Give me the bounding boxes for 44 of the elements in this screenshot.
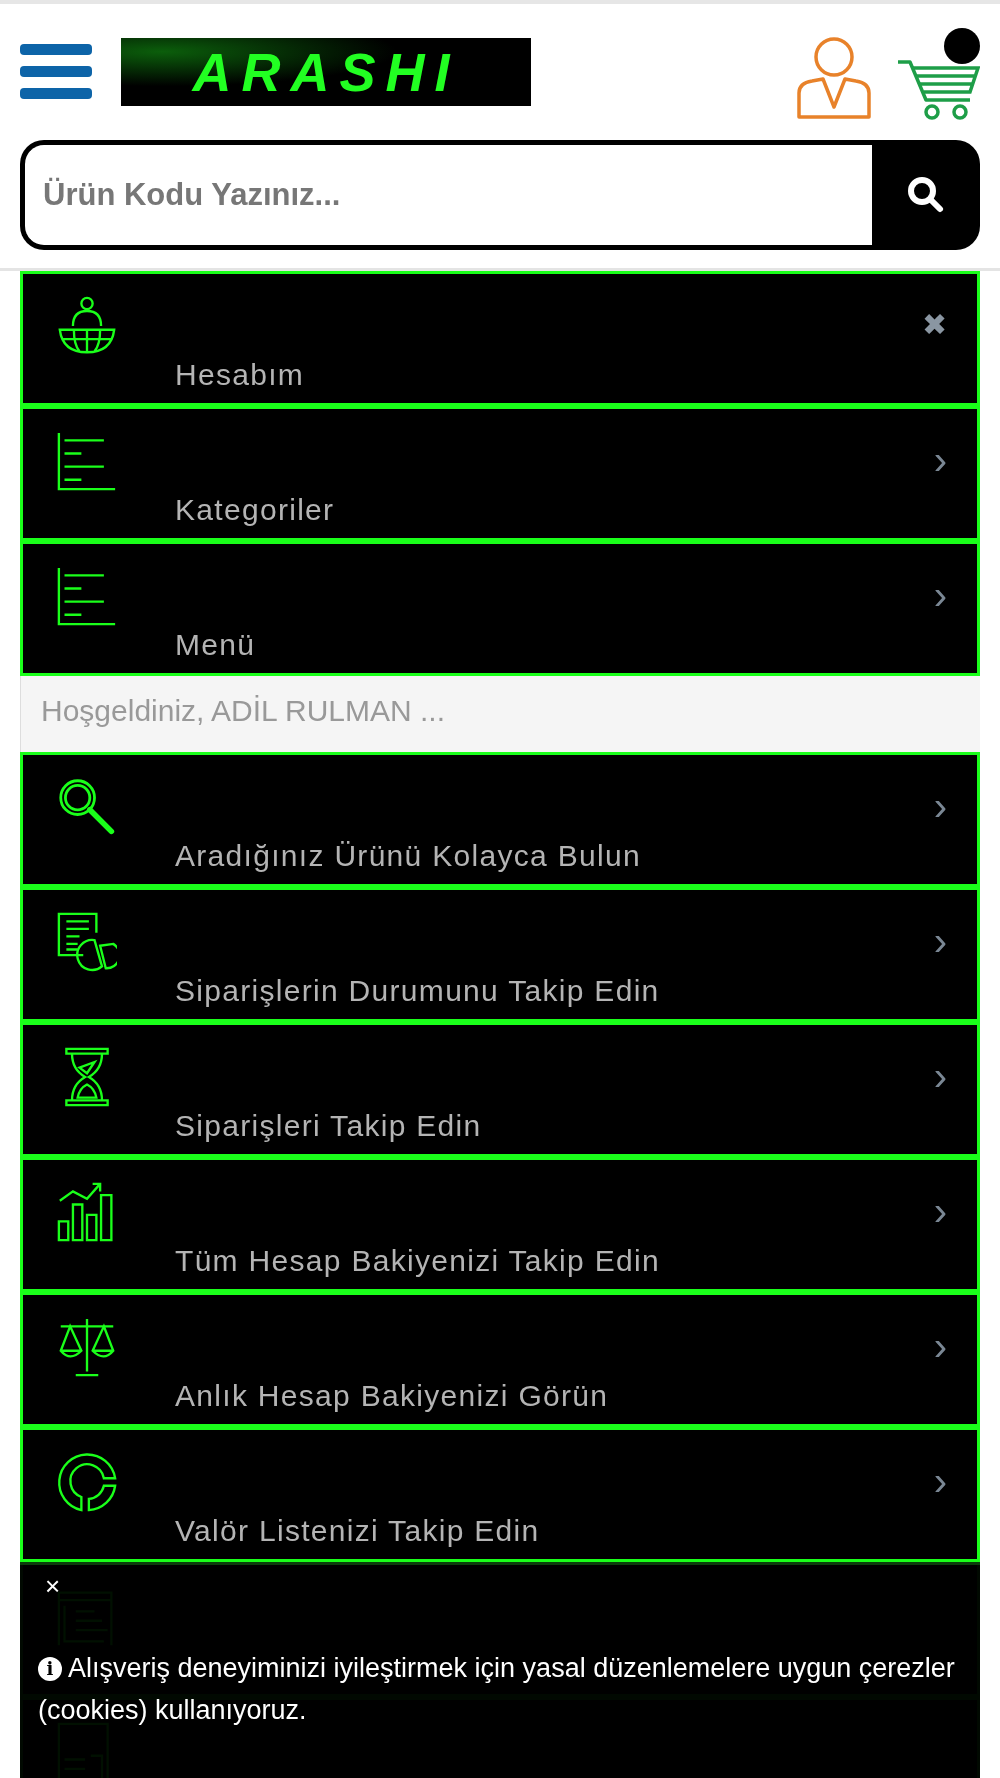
chevron-icon: › xyxy=(933,574,947,615)
menu-item-label: Kategoriler xyxy=(175,492,336,528)
chevron-icon: › xyxy=(933,1190,947,1231)
gauge-ring-icon xyxy=(57,1452,117,1512)
menu-item[interactable]: Menü › xyxy=(20,541,980,676)
menu-item-label: Siparişleri Takip Edin xyxy=(175,1108,483,1144)
menu-item-label: Hesabım xyxy=(175,357,306,393)
chevron-icon: › xyxy=(933,1325,947,1366)
scale-icon xyxy=(57,1317,117,1377)
globe-person-icon xyxy=(57,296,117,356)
close-button[interactable]: × xyxy=(45,1573,61,1599)
list-icon xyxy=(57,431,117,491)
logo[interactable]: ARASHI xyxy=(121,38,531,106)
menu-icon[interactable] xyxy=(20,44,92,100)
menu-item[interactable]: Tüm Hesap Bakiyenizi Takip Edin › xyxy=(20,1157,980,1292)
menu-item[interactable]: Aradığınız Ürünü Kolayca Bulun › xyxy=(20,752,980,887)
chevron-icon: › xyxy=(933,1055,947,1096)
cookie-text: i Alışveriş deneyiminizi iyileştirmek için yasal düzenlemelere uygun çerezler (cookies) kullanıyoruz. xyxy=(38,1652,956,1727)
magnifier-icon xyxy=(57,777,117,837)
list-icon xyxy=(57,566,117,626)
menu-item[interactable]: Kategoriler › xyxy=(20,406,980,541)
menu-item[interactable]: Siparişleri Takip Edin › xyxy=(20,1022,980,1157)
info-icon: i xyxy=(38,1657,62,1681)
search-field[interactable]: Ürün Kodu Yazınız... xyxy=(20,140,872,250)
chevron-icon: › xyxy=(933,439,947,480)
chevron-icon: › xyxy=(933,785,947,826)
menu-item[interactable]: Anlık Hesap Bakiyenizi Görün › xyxy=(20,1292,980,1427)
menu-item[interactable]: Hesabım ✖ xyxy=(20,271,980,406)
search-icon xyxy=(906,175,946,215)
chevron-icon: › xyxy=(933,1460,947,1501)
menu-item-label: Tüm Hesap Bakiyenizi Takip Edin xyxy=(175,1243,661,1279)
user-icon[interactable] xyxy=(796,35,872,119)
report-pie-icon xyxy=(57,912,117,972)
chevron-icon: › xyxy=(933,920,947,961)
close-button[interactable]: ✖ xyxy=(922,309,947,340)
welcome-text: Hoşgeldiniz, ADİL RULMAN ... xyxy=(20,676,980,752)
menu-item-label: Anlık Hesap Bakiyenizi Görün xyxy=(175,1378,610,1414)
menu-item-label: Siparişlerin Durumunu Takip Edin xyxy=(175,973,661,1009)
menu-item-label: Valör Listenizi Takip Edin xyxy=(175,1513,541,1549)
menu-item[interactable]: Valör Listenizi Takip Edin › xyxy=(20,1427,980,1562)
menu-item-label: Menü xyxy=(175,627,257,663)
menu-item-label: Aradığınız Ürünü Kolayca Bulun xyxy=(175,838,642,874)
menu-item[interactable]: Siparişlerin Durumunu Takip Edin › xyxy=(20,887,980,1022)
search-button[interactable] xyxy=(872,140,980,250)
